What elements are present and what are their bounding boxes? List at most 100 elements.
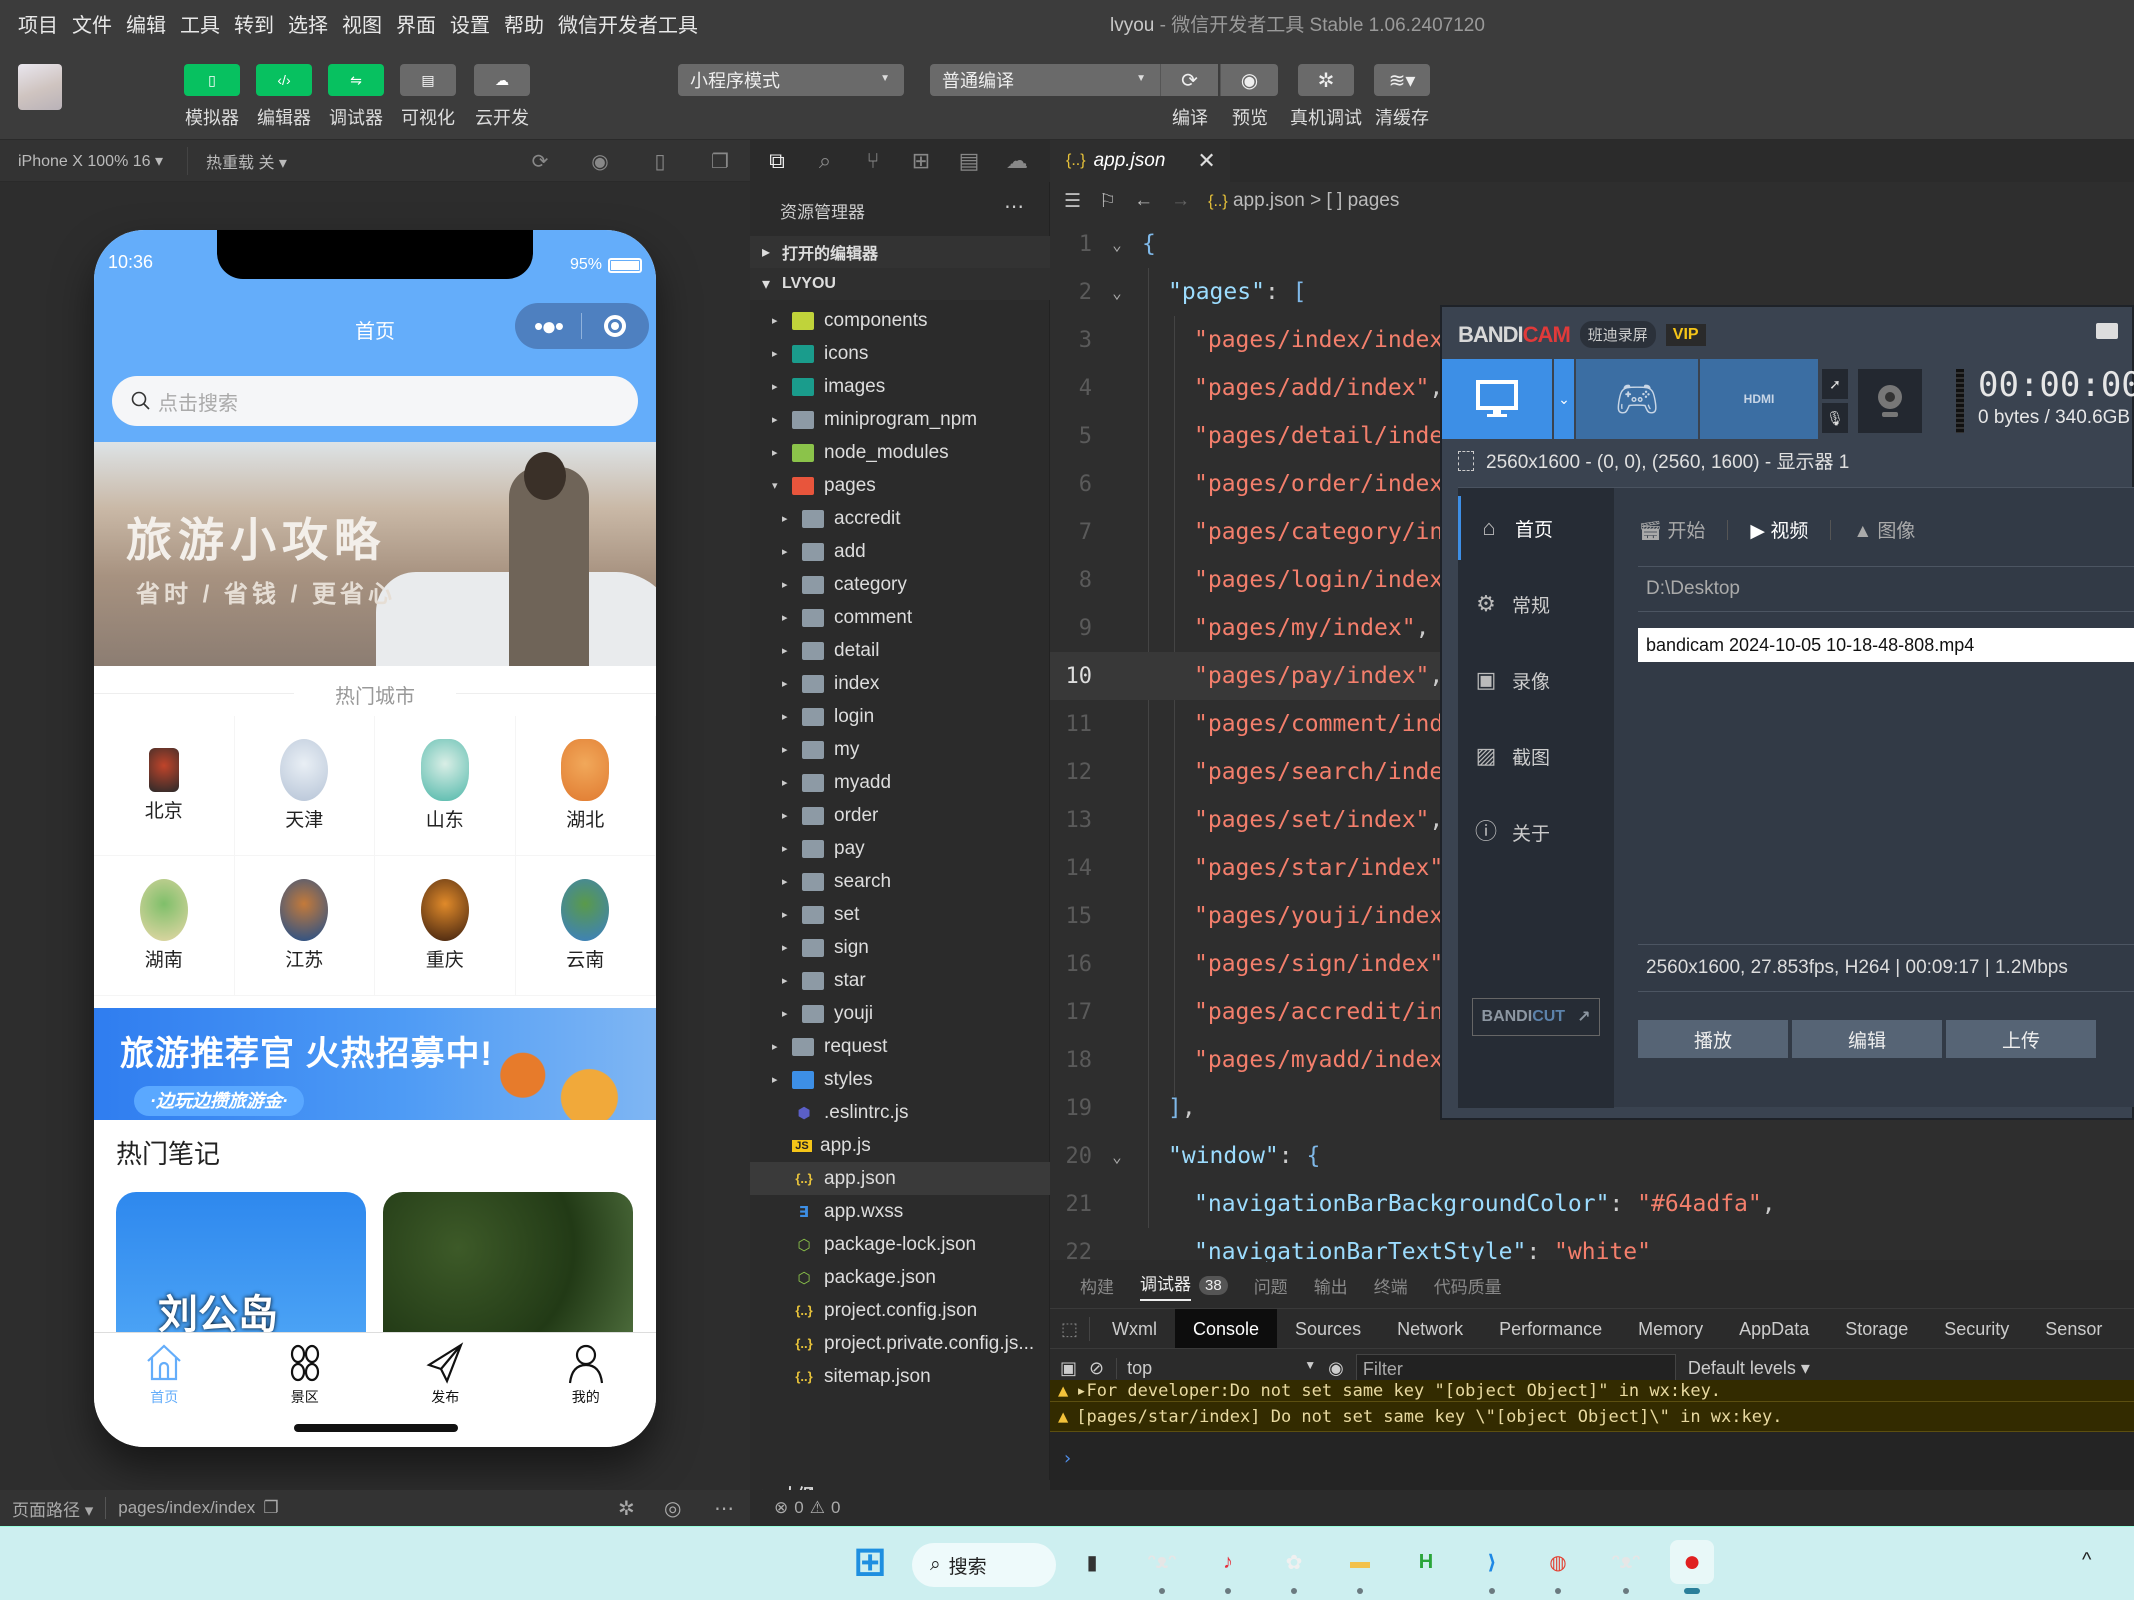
clear-cache-button[interactable]: ≋▾ bbox=[1374, 64, 1430, 96]
search-icon[interactable]: ⌕ bbox=[812, 148, 838, 174]
search-input[interactable]: 点击搜索 bbox=[112, 376, 638, 426]
folder-item[interactable]: ▸ login bbox=[750, 700, 1050, 733]
bandicam-nav-image[interactable]: ▨ 截图 bbox=[1458, 724, 1614, 788]
file-item[interactable]: {..} project.private.config.js... bbox=[750, 1327, 1050, 1360]
menu-item[interactable]: 文件 bbox=[65, 9, 119, 38]
toggle-cloud-button[interactable]: ☁ bbox=[474, 64, 530, 96]
taskbar-app-bandicam[interactable]: ● bbox=[1670, 1540, 1714, 1594]
user-avatar[interactable] bbox=[18, 64, 62, 110]
taskbar-search[interactable]: ⌕ 搜索 bbox=[912, 1543, 1056, 1587]
bandicam-tab-start[interactable]: 🎬︎ 开始 bbox=[1638, 516, 1705, 543]
detach-window-icon[interactable]: ❐ bbox=[708, 150, 732, 174]
toggle-debugger-button[interactable]: ⇋ bbox=[328, 64, 384, 96]
folder-item[interactable]: ▸ detail bbox=[750, 634, 1050, 667]
folder-item[interactable]: ▸ images bbox=[750, 370, 1050, 403]
file-item[interactable]: ⬢ .eslintrc.js bbox=[750, 1096, 1050, 1129]
folder-item[interactable]: ▸ youji bbox=[750, 997, 1050, 1030]
screen-mode-button[interactable] bbox=[1442, 359, 1552, 439]
console-prompt[interactable]: › bbox=[1062, 1448, 1073, 1469]
page-path-select[interactable]: 页面路径 ▾ bbox=[0, 1496, 93, 1521]
taskbar-app-wechat-devtools[interactable]: ᵔᴥᵔ bbox=[1140, 1540, 1184, 1594]
devtools-tab-security[interactable]: Security bbox=[1926, 1309, 2027, 1349]
bug-icon[interactable]: ✲ bbox=[618, 1496, 635, 1521]
microphone-icon[interactable]: 🎙︎ bbox=[1822, 403, 1848, 433]
file-item[interactable]: ⬡ package.json bbox=[750, 1261, 1050, 1294]
copy-icon[interactable]: ❐ bbox=[263, 1498, 278, 1518]
output-folder[interactable]: D:\Desktop bbox=[1638, 566, 2134, 612]
filter-input[interactable]: Filter bbox=[1355, 1353, 1676, 1384]
bandicam-nav-about[interactable]: ⓘ 关于 bbox=[1458, 800, 1614, 864]
folder-item[interactable]: ▸ comment bbox=[750, 601, 1050, 634]
source-control-icon[interactable]: ⑂ bbox=[860, 148, 886, 174]
device-select[interactable]: iPhone X 100% 16 ▾ bbox=[0, 151, 163, 171]
folder-item[interactable]: ▸ request bbox=[750, 1030, 1050, 1063]
devtools-tab-appdata[interactable]: AppData bbox=[1721, 1309, 1827, 1349]
webcam-button[interactable] bbox=[1858, 369, 1922, 433]
bookmark-icon[interactable]: ⚐ bbox=[1099, 190, 1116, 213]
promo-banner[interactable]: 旅游推荐官 火热招募中! ·边玩边攒旅游金· GO bbox=[94, 1008, 656, 1120]
mode-select[interactable]: 小程序模式 ▼ bbox=[678, 64, 904, 96]
stop-icon[interactable]: ◉ bbox=[588, 150, 612, 174]
folder-item[interactable]: ▸ star bbox=[750, 964, 1050, 997]
back-arrow-icon[interactable]: ← bbox=[1134, 190, 1153, 212]
fold-chevron-icon[interactable]: ⌄ bbox=[1092, 1147, 1142, 1166]
taskbar-app-photos[interactable]: ✿ bbox=[1272, 1540, 1316, 1594]
devtools-tab-performance[interactable]: Performance bbox=[1481, 1309, 1620, 1349]
city-item[interactable]: 重庆 bbox=[375, 856, 516, 996]
taskbar-app-hbuilder[interactable]: H bbox=[1404, 1540, 1448, 1584]
clear-console-icon[interactable]: ⊘ bbox=[1089, 1358, 1104, 1379]
bandicam-nav-general[interactable]: ⚙ 常规 bbox=[1458, 572, 1614, 636]
panel-tab[interactable]: 代码质量 bbox=[1434, 1273, 1502, 1298]
panel-tab[interactable]: 调试器 bbox=[1140, 1270, 1191, 1301]
remote-debug-button[interactable]: ✲ bbox=[1298, 64, 1354, 96]
taskbar-app-task-view[interactable]: ▮ bbox=[1070, 1540, 1114, 1584]
folder-item[interactable]: ▸ set bbox=[750, 898, 1050, 931]
note-card[interactable] bbox=[383, 1192, 633, 1332]
menu-item[interactable]: 选择 bbox=[281, 9, 335, 38]
taskbar-app-chrome[interactable]: ◍ bbox=[1536, 1540, 1580, 1594]
open-editors-section[interactable]: ▸ 打开的编辑器 bbox=[750, 236, 1050, 268]
menu-item[interactable]: 微信开发者工具 bbox=[551, 9, 705, 38]
capture-area[interactable]: 2560x1600 - (0, 0), (2560, 1600) - 显示器 1 bbox=[1458, 447, 1849, 474]
folder-item[interactable]: ▸ myadd bbox=[750, 766, 1050, 799]
folder-item[interactable]: ▸ sign bbox=[750, 931, 1050, 964]
compile-select[interactable]: 普通编译 ▼ bbox=[930, 64, 1160, 96]
problems-status[interactable]: ⊗ 0 ⚠ 0 bbox=[750, 1490, 1050, 1526]
menu-item[interactable]: 工具 bbox=[173, 9, 227, 38]
tab-mine[interactable]: 我的 bbox=[516, 1333, 657, 1447]
file-item[interactable]: {..} app.json bbox=[750, 1162, 1050, 1195]
rotate-icon[interactable]: ⟳ bbox=[528, 150, 552, 174]
fold-chevron-icon[interactable]: ⌄ bbox=[1092, 235, 1142, 254]
toggle-simulator-button[interactable]: ▯ bbox=[184, 64, 240, 96]
more-icon[interactable]: ⋯ bbox=[1004, 194, 1025, 219]
folder-item[interactable]: ▸ pay bbox=[750, 832, 1050, 865]
devtools-tab-sources[interactable]: Sources bbox=[1277, 1309, 1379, 1349]
folder-item[interactable]: ▸ my bbox=[750, 733, 1050, 766]
live-expression-icon[interactable]: ◉ bbox=[1328, 1358, 1344, 1379]
menu-item[interactable]: 设置 bbox=[443, 9, 497, 38]
docker-icon[interactable]: ☁ bbox=[1004, 148, 1030, 174]
toggle-visual-button[interactable]: ▤ bbox=[400, 64, 456, 96]
forward-arrow-icon[interactable]: → bbox=[1171, 190, 1190, 212]
taskbar-app-vscode[interactable]: ⟩ bbox=[1470, 1540, 1514, 1594]
console-warning[interactable]: ▲ ▸For developer:Do not set same key "[ob… bbox=[1050, 1380, 2134, 1402]
city-item[interactable]: 湖南 bbox=[94, 856, 235, 996]
code-line[interactable]: 21 "navigationBarBackgroundColor": "#64ad… bbox=[1050, 1180, 2134, 1228]
context-select[interactable]: top ▼ bbox=[1116, 1358, 1316, 1379]
project-section[interactable]: ▾ LVYOU bbox=[750, 268, 1050, 300]
bandicut-button[interactable]: BANDICUT ↗ bbox=[1472, 998, 1600, 1036]
city-item[interactable]: 江苏 bbox=[234, 856, 375, 996]
folder-item[interactable]: ▸ node_modules bbox=[750, 436, 1050, 469]
file-item[interactable]: {..} sitemap.json bbox=[750, 1360, 1050, 1393]
inspect-element-icon[interactable]: ⬚ bbox=[1050, 1316, 1090, 1341]
file-item[interactable]: ⬡ package-lock.json bbox=[750, 1228, 1050, 1261]
folder-item[interactable]: ▸ category bbox=[750, 568, 1050, 601]
tab-app-json[interactable]: {..} app.json ✕ bbox=[1050, 140, 1230, 182]
bandicam-tab-video[interactable]: ▶ 视频 bbox=[1750, 516, 1808, 543]
taskbar-app-start[interactable]: ⊞ bbox=[848, 1540, 892, 1584]
folder-item[interactable]: ▸ search bbox=[750, 865, 1050, 898]
menu-item[interactable]: 帮助 bbox=[497, 9, 551, 38]
devtools-tab-storage[interactable]: Storage bbox=[1827, 1309, 1926, 1349]
file-item[interactable]: JS app.js bbox=[750, 1129, 1050, 1162]
more-icon[interactable]: •●• bbox=[515, 303, 581, 349]
